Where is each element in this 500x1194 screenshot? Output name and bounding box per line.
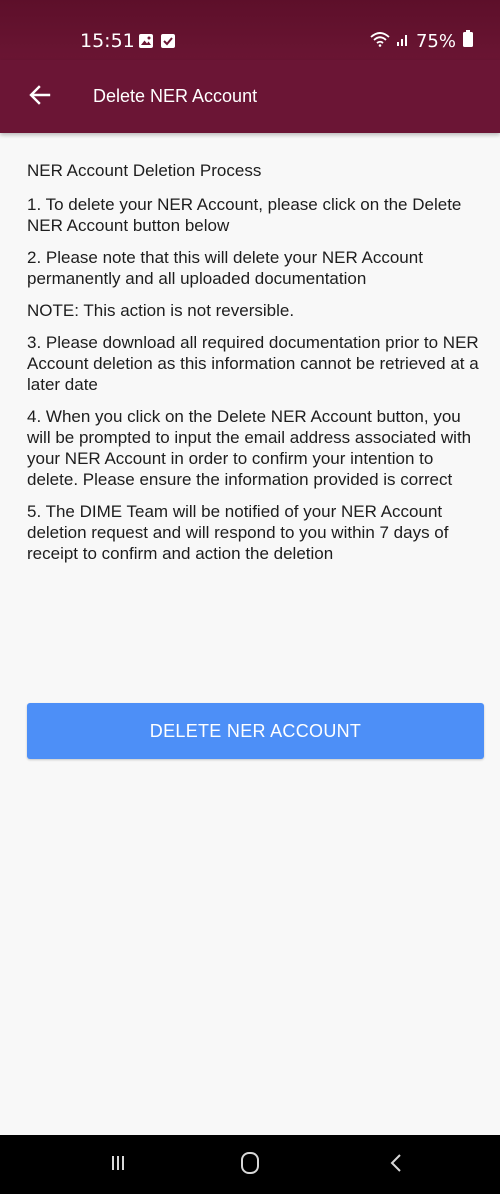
page-title: Delete NER Account	[93, 86, 258, 106]
recents-icon	[108, 1153, 128, 1178]
gallery-icon	[138, 33, 154, 49]
home-icon	[239, 1151, 261, 1180]
step-2-text: 2. Please note that this will delete you…	[27, 248, 423, 288]
home-button[interactable]	[230, 1147, 270, 1183]
delete-account-button[interactable]: DELETE NER ACCOUNT	[27, 703, 484, 759]
app-bar: Delete NER Account	[0, 60, 500, 133]
status-right: 75%	[370, 30, 474, 53]
recents-button[interactable]	[98, 1147, 138, 1183]
battery-percent: 75%	[415, 31, 456, 52]
back-button[interactable]	[22, 79, 58, 115]
status-time: 15:51	[80, 30, 135, 52]
battery-icon	[462, 30, 474, 53]
screen: 15:51 75% Delete NER Account NER Account…	[0, 0, 500, 1194]
note-text: NOTE: This action is not reversible.	[27, 301, 295, 320]
step-4-text: 4. When you click on the Delete NER Acco…	[27, 407, 472, 489]
nav-back-icon	[389, 1153, 403, 1178]
system-nav-bar	[0, 1135, 500, 1194]
status-bar: 15:51 75%	[0, 0, 500, 60]
arrow-left-icon	[29, 84, 51, 110]
deletion-info: NER Account Deletion Process 1. To delet…	[27, 160, 487, 575]
section-heading: NER Account Deletion Process	[27, 161, 262, 180]
step-3-text: 3. Please download all required document…	[27, 333, 479, 394]
step-5-text: 5. The DIME Team will be notified of you…	[27, 502, 449, 563]
check-box-icon	[160, 33, 176, 49]
nav-back-button[interactable]	[376, 1147, 416, 1183]
step-1-text: 1. To delete your NER Account, please cl…	[27, 195, 462, 235]
signal-icon	[396, 31, 410, 52]
wifi-icon	[370, 31, 390, 52]
notification-icons	[138, 33, 176, 49]
